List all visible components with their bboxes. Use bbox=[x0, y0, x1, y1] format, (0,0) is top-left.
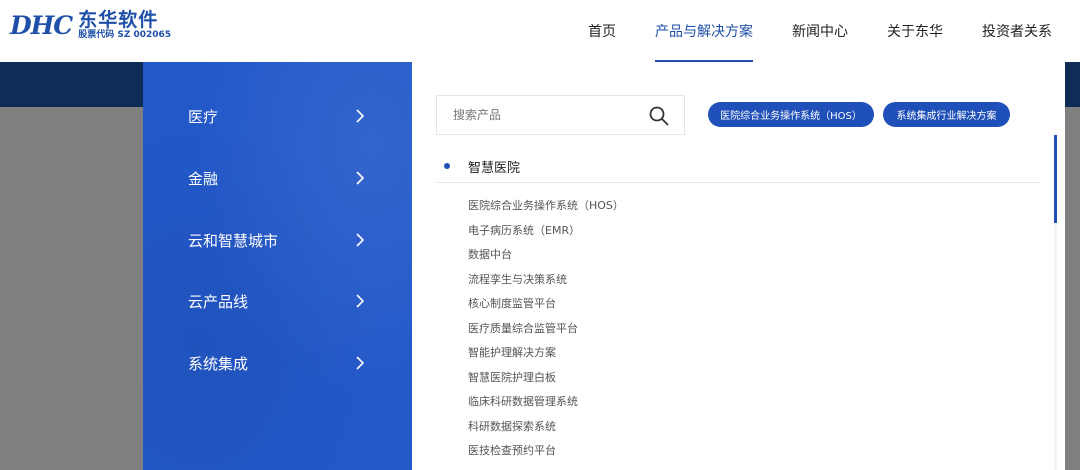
chevron-right-icon bbox=[356, 356, 365, 370]
search-icon[interactable] bbox=[648, 105, 670, 127]
product-list-item[interactable]: 流程孪生与决策系统 bbox=[468, 268, 624, 293]
product-content-panel: 医院综合业务操作系统（HOS） 系统集成行业解决方案 智慧医院 医院综合业务操作… bbox=[412, 62, 1065, 470]
category-item-medical[interactable]: 医疗 bbox=[143, 96, 412, 136]
category-label: 医疗 bbox=[188, 107, 219, 126]
product-search-input[interactable] bbox=[453, 108, 633, 122]
products-mega-menu: 医疗 金融 云和智慧城市 云产品线 系统集成 医院综合业务操作系统（H bbox=[143, 62, 1065, 470]
logo-mark: DHC bbox=[10, 11, 73, 40]
nav-item-investors[interactable]: 投资者关系 bbox=[982, 0, 1052, 62]
logo-stock-code: 股票代码 SZ 002065 bbox=[78, 30, 172, 40]
product-list-item[interactable]: 临床科研数据管理系统 bbox=[468, 390, 624, 415]
chevron-right-icon bbox=[356, 109, 365, 123]
product-list-item[interactable]: 智能护理解决方案 bbox=[468, 341, 624, 366]
product-list-item[interactable]: 医技检查预约平台 bbox=[468, 439, 624, 464]
product-list-item[interactable]: 医院综合业务操作系统（HOS） bbox=[468, 194, 624, 219]
category-item-cloud-products[interactable]: 云产品线 bbox=[143, 281, 412, 321]
chevron-right-icon bbox=[356, 171, 365, 185]
category-item-finance[interactable]: 金融 bbox=[143, 158, 412, 198]
product-list-item[interactable]: 医疗质量综合监管平台 bbox=[468, 317, 624, 342]
scrollbar-thumb[interactable] bbox=[1054, 135, 1057, 223]
product-list-item[interactable]: 科研数据探索系统 bbox=[468, 415, 624, 440]
bullet-dot-icon bbox=[444, 163, 450, 169]
section-header-smart-hospital[interactable]: 智慧医院 bbox=[436, 150, 1040, 183]
nav-item-news[interactable]: 新闻中心 bbox=[792, 0, 848, 62]
category-panel: 医疗 金融 云和智慧城市 云产品线 系统集成 bbox=[143, 62, 412, 470]
site-header: DHC 东华软件 股票代码 SZ 002065 首页 产品与解决方案 新闻中心 … bbox=[0, 0, 1080, 62]
main-nav: 首页 产品与解决方案 新闻中心 关于东华 投资者关系 bbox=[549, 0, 1052, 62]
category-label: 系统集成 bbox=[188, 354, 249, 373]
chevron-right-icon bbox=[356, 233, 365, 247]
product-list-item[interactable]: 电子病历系统（EMR） bbox=[468, 219, 624, 244]
nav-item-home[interactable]: 首页 bbox=[588, 0, 616, 62]
quick-link-integration-chip[interactable]: 系统集成行业解决方案 bbox=[883, 102, 1010, 127]
product-list: 医院综合业务操作系统（HOS） 电子病历系统（EMR） 数据中台 流程孪生与决策… bbox=[468, 194, 624, 464]
logo-company-name: 东华软件 bbox=[78, 9, 159, 31]
product-list-item[interactable]: 智慧医院护理白板 bbox=[468, 366, 624, 391]
logo-text: 东华软件 股票代码 SZ 002065 bbox=[78, 10, 171, 41]
section-title: 智慧医院 bbox=[468, 160, 521, 176]
product-list-item[interactable]: 核心制度监管平台 bbox=[468, 292, 624, 317]
nav-item-products[interactable]: 产品与解决方案 bbox=[655, 0, 753, 62]
category-label: 云产品线 bbox=[188, 292, 249, 311]
chevron-right-icon bbox=[356, 294, 365, 308]
product-list-item[interactable]: 数据中台 bbox=[468, 243, 624, 268]
category-label: 云和智慧城市 bbox=[188, 231, 279, 250]
product-search-box bbox=[436, 95, 685, 135]
category-item-system-integration[interactable]: 系统集成 bbox=[143, 343, 412, 383]
category-label: 金融 bbox=[188, 169, 219, 188]
quick-link-hos-chip[interactable]: 医院综合业务操作系统（HOS） bbox=[708, 102, 874, 127]
category-item-smart-city[interactable]: 云和智慧城市 bbox=[143, 220, 412, 260]
nav-item-about[interactable]: 关于东华 bbox=[887, 0, 943, 62]
company-logo[interactable]: DHC 东华软件 股票代码 SZ 002065 bbox=[10, 10, 171, 41]
